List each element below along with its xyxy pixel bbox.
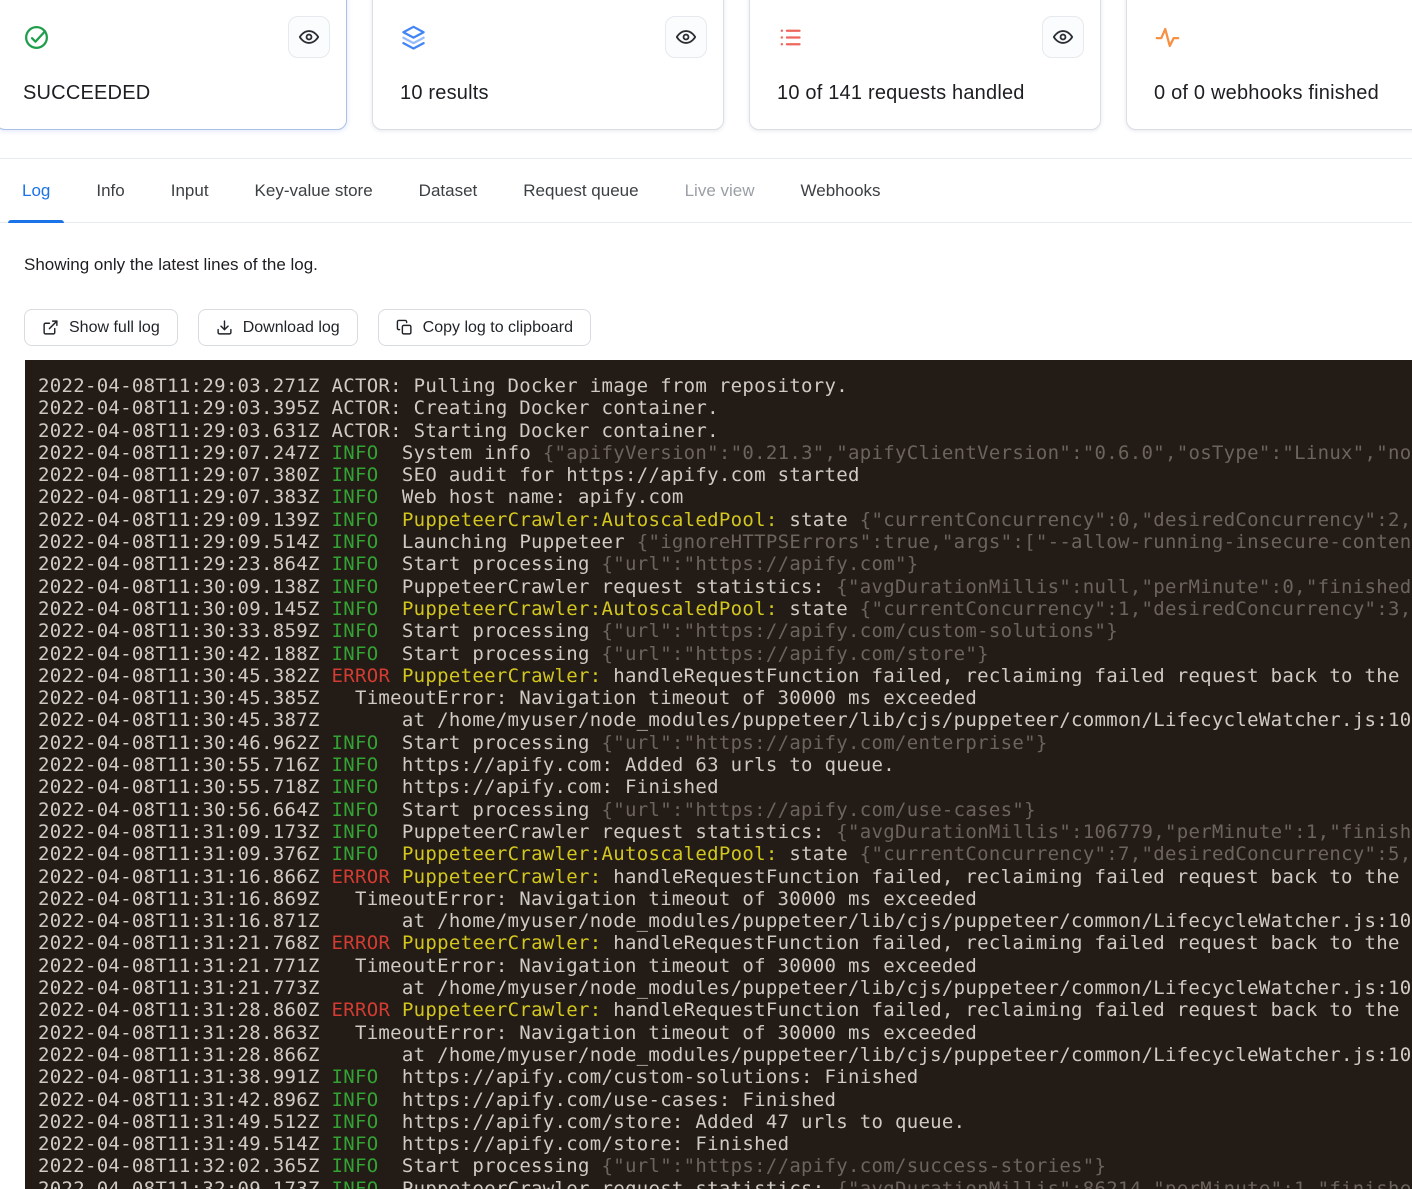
log-line: 2022-04-08T11:31:49.514Z INFO https://ap…	[38, 1133, 1412, 1155]
download-log-button[interactable]: Download log	[198, 309, 358, 346]
log-line: 2022-04-08T11:29:03.631Z ACTOR: Starting…	[38, 420, 1412, 442]
copy-log-to-clipboard-button[interactable]: Copy log to clipboard	[378, 309, 591, 346]
log-line: 2022-04-08T11:32:02.365Z INFO Start proc…	[38, 1155, 1412, 1177]
button-label: Show full log	[69, 319, 160, 337]
log-line: 2022-04-08T11:30:55.716Z INFO https://ap…	[38, 754, 1412, 776]
log-line: 2022-04-08T11:30:45.387Z at /home/myuser…	[38, 709, 1412, 731]
status-card-10-of-141-requests-handled: 10 of 141 requests handled	[749, 0, 1101, 130]
card-view-button[interactable]	[1042, 16, 1084, 58]
list-icon	[777, 24, 804, 51]
log-line: 2022-04-08T11:30:55.718Z INFO https://ap…	[38, 776, 1412, 798]
log-line: 2022-04-08T11:30:09.138Z INFO PuppeteerC…	[38, 576, 1412, 598]
log-line: 2022-04-08T11:29:09.514Z INFO Launching …	[38, 531, 1412, 553]
run-detail-page: SUCCEEDED 10 results 10 of 141 requests ha…	[0, 0, 1412, 1189]
card-view-button[interactable]	[288, 16, 330, 58]
log-line: 2022-04-08T11:29:03.395Z ACTOR: Creating…	[38, 397, 1412, 419]
log-actions-row: Show full log Download log Copy log to cli…	[24, 309, 1412, 346]
tab-bar: Log Info Input Key-value store Dataset Reques…	[0, 158, 1412, 223]
log-line: 2022-04-08T11:30:46.962Z INFO Start proc…	[38, 732, 1412, 754]
log-line: 2022-04-08T11:29:03.271Z ACTOR: Pulling …	[38, 375, 1412, 397]
log-line: 2022-04-08T11:31:38.991Z INFO https://ap…	[38, 1066, 1412, 1088]
tab-request-queue[interactable]: Request queue	[523, 159, 638, 222]
show-full-log-button[interactable]: Show full log	[24, 309, 178, 346]
layers-icon	[400, 24, 427, 51]
tab-webhooks[interactable]: Webhooks	[801, 159, 881, 222]
log-line: 2022-04-08T11:31:16.871Z at /home/myuser…	[38, 910, 1412, 932]
card-view-button[interactable]	[665, 16, 707, 58]
status-card-label: 0 of 0 webhooks finished	[1154, 82, 1379, 105]
eye-icon	[298, 26, 320, 48]
log-line: 2022-04-08T11:31:28.863Z TimeoutError: N…	[38, 1022, 1412, 1044]
log-line: 2022-04-08T11:30:33.859Z INFO Start proc…	[38, 620, 1412, 642]
tab-info[interactable]: Info	[96, 159, 124, 222]
log-line: 2022-04-08T11:31:49.512Z INFO https://ap…	[38, 1111, 1412, 1133]
log-line: 2022-04-08T11:29:07.380Z INFO SEO audit …	[38, 464, 1412, 486]
copy-icon	[396, 319, 413, 336]
log-line: 2022-04-08T11:31:21.771Z TimeoutError: N…	[38, 955, 1412, 977]
status-card-label: 10 of 141 requests handled	[777, 82, 1025, 105]
status-card-label: SUCCEEDED	[23, 82, 150, 105]
log-line: 2022-04-08T11:31:16.866Z ERROR Puppeteer…	[38, 866, 1412, 888]
log-line: 2022-04-08T11:29:09.139Z INFO PuppeteerC…	[38, 509, 1412, 531]
eye-icon	[1052, 26, 1074, 48]
log-viewer[interactable]: 2022-04-08T11:29:03.271Z ACTOR: Pulling …	[25, 360, 1412, 1189]
log-line: 2022-04-08T11:30:45.385Z TimeoutError: N…	[38, 687, 1412, 709]
log-line: 2022-04-08T11:31:28.860Z ERROR Puppeteer…	[38, 999, 1412, 1021]
tab-key-value-store[interactable]: Key-value store	[255, 159, 373, 222]
log-line: 2022-04-08T11:30:42.188Z INFO Start proc…	[38, 643, 1412, 665]
status-card-label: 10 results	[400, 82, 489, 105]
log-line: 2022-04-08T11:29:23.864Z INFO Start proc…	[38, 553, 1412, 575]
activity-icon	[1154, 24, 1181, 51]
check-circle-icon	[23, 24, 50, 51]
log-line: 2022-04-08T11:31:28.866Z at /home/myuser…	[38, 1044, 1412, 1066]
tab-dataset[interactable]: Dataset	[419, 159, 478, 222]
log-line: 2022-04-08T11:31:42.896Z INFO https://ap…	[38, 1089, 1412, 1111]
log-line: 2022-04-08T11:30:45.382Z ERROR Puppeteer…	[38, 665, 1412, 687]
eye-icon	[675, 26, 697, 48]
log-line: 2022-04-08T11:30:56.664Z INFO Start proc…	[38, 799, 1412, 821]
log-line: 2022-04-08T11:31:16.869Z TimeoutError: N…	[38, 888, 1412, 910]
button-label: Download log	[243, 319, 340, 337]
log-line: 2022-04-08T11:29:07.383Z INFO Web host n…	[38, 486, 1412, 508]
log-line: 2022-04-08T11:32:09.173Z INFO PuppeteerC…	[38, 1178, 1412, 1189]
status-cards-row: SUCCEEDED 10 results 10 of 141 requests ha…	[0, 0, 1412, 130]
button-label: Copy log to clipboard	[423, 319, 573, 337]
log-note: Showing only the latest lines of the log…	[24, 255, 1412, 275]
tab-live-view: Live view	[685, 159, 755, 222]
status-card-succeeded: SUCCEEDED	[0, 0, 347, 130]
status-card-10-results: 10 results	[372, 0, 724, 130]
tab-input[interactable]: Input	[171, 159, 209, 222]
log-line: 2022-04-08T11:30:09.145Z INFO PuppeteerC…	[38, 598, 1412, 620]
tab-log[interactable]: Log	[22, 159, 50, 222]
download-icon	[216, 319, 233, 336]
status-card-0-of-0-webhooks-finished: 0 of 0 webhooks finished	[1126, 0, 1412, 130]
log-line: 2022-04-08T11:31:21.768Z ERROR Puppeteer…	[38, 932, 1412, 954]
external-link-icon	[42, 319, 59, 336]
log-line: 2022-04-08T11:31:09.376Z INFO PuppeteerC…	[38, 843, 1412, 865]
log-line: 2022-04-08T11:31:09.173Z INFO PuppeteerC…	[38, 821, 1412, 843]
log-line: 2022-04-08T11:29:07.247Z INFO System inf…	[38, 442, 1412, 464]
log-line: 2022-04-08T11:31:21.773Z at /home/myuser…	[38, 977, 1412, 999]
